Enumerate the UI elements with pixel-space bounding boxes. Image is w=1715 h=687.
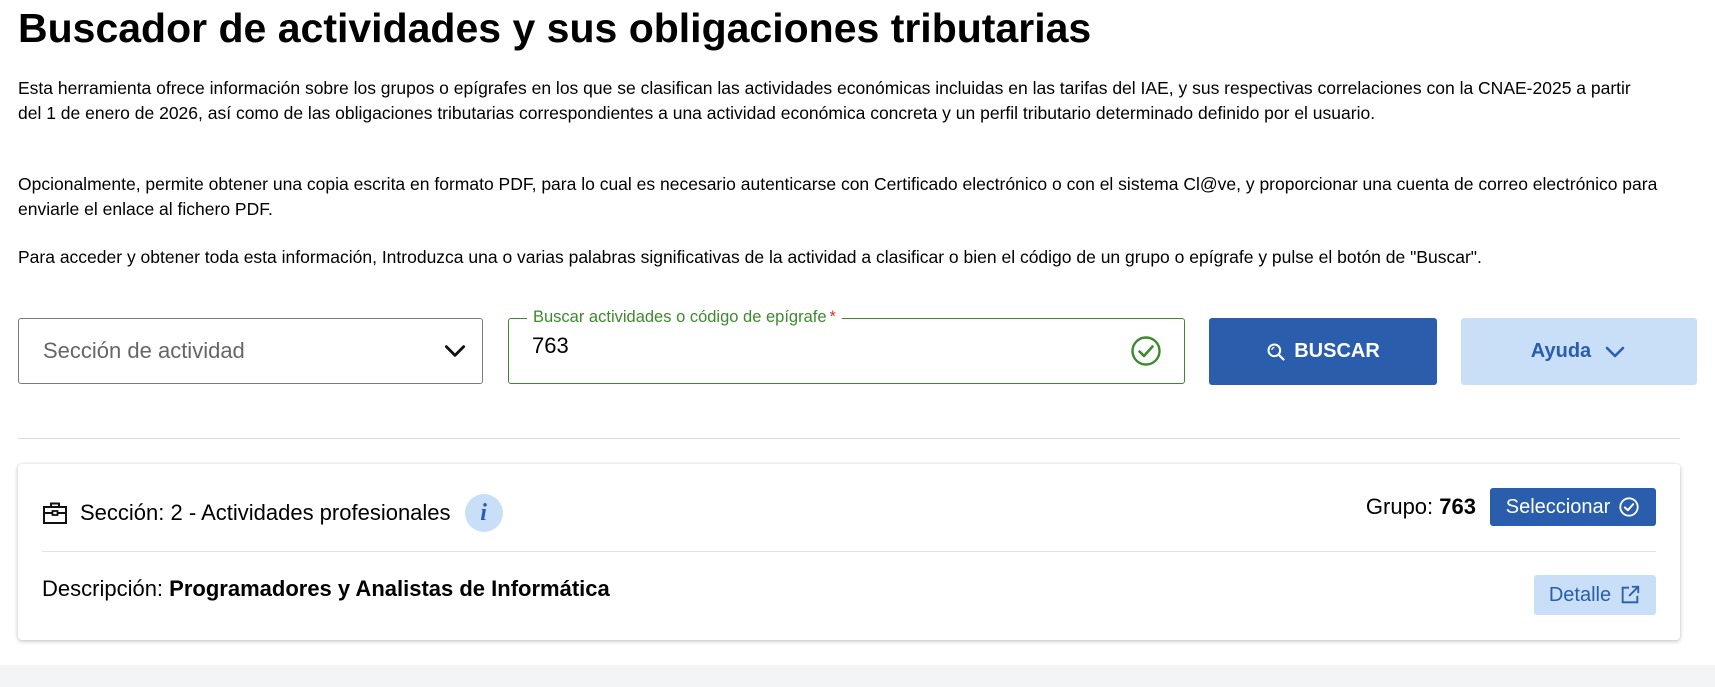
divider [18, 438, 1680, 439]
intro-paragraph: Esta herramienta ofrece información sobr… [18, 78, 1631, 123]
buscar-button-label: BUSCAR [1294, 340, 1380, 362]
search-field[interactable]: Buscar actividades o código de epígrafe * [508, 308, 1185, 384]
ayuda-button-label: Ayuda [1530, 340, 1592, 362]
search-input[interactable] [532, 333, 1092, 359]
section-select[interactable]: Sección de actividad [18, 318, 483, 384]
result-description: Descripción: Programadores y Analistas d… [42, 576, 610, 602]
check-circle-icon [1131, 336, 1161, 366]
instructions-paragraph: Para acceder y obtener toda esta informa… [18, 247, 1482, 267]
page-title: Buscador de actividades y sus obligacion… [18, 5, 1092, 51]
external-link-icon [1621, 585, 1640, 604]
result-card: Sección: 2 - Actividades profesionales i… [18, 464, 1680, 640]
footer-band [0, 665, 1715, 687]
seleccionar-button-label: Seleccionar [1505, 495, 1611, 518]
section-select-placeholder: Sección de actividad [43, 338, 245, 363]
card-separator [42, 551, 1656, 552]
result-section: Sección: 2 - Actividades profesionales [80, 500, 451, 525]
pdf-paragraph: Opcionalmente, permite obtener una copia… [18, 174, 1658, 219]
description-label: Descripción: [42, 576, 164, 601]
buscar-button[interactable]: BUSCAR [1209, 318, 1437, 385]
detalle-button[interactable]: Detalle [1534, 575, 1656, 615]
grupo-value: 763 [1439, 494, 1476, 519]
chevron-down-icon [1605, 346, 1625, 357]
check-circle-icon [1619, 497, 1639, 517]
description-value: Programadores y Analistas de Informática [169, 576, 610, 601]
briefcase-icon [43, 502, 67, 524]
seleccionar-button[interactable]: Seleccionar [1490, 488, 1656, 526]
result-grupo: Grupo: 763 [1366, 494, 1476, 520]
detalle-button-label: Detalle [1548, 583, 1612, 606]
chevron-down-icon [444, 345, 466, 357]
search-field-label: Buscar actividades o código de epígrafe * [527, 308, 842, 327]
required-mark: * [829, 308, 836, 326]
ayuda-button[interactable]: Ayuda [1461, 318, 1697, 385]
grupo-label: Grupo: [1365, 494, 1434, 519]
search-icon [1267, 343, 1285, 361]
info-icon[interactable]: i [464, 494, 503, 532]
result-section-row: Sección: 2 - Actividades profesionales i [42, 494, 503, 532]
